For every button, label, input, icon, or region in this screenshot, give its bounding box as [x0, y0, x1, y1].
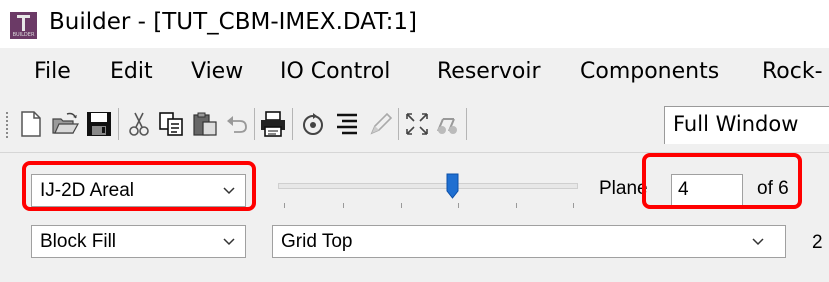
probe-icon[interactable] [434, 109, 464, 139]
chevron-down-icon [223, 238, 235, 246]
app-icon-label: BUILDER [12, 32, 35, 38]
slider-tick [458, 203, 459, 208]
slider-tick [343, 203, 344, 208]
plane-slider-track[interactable] [278, 183, 578, 189]
new-file-icon[interactable] [16, 109, 46, 139]
builder-app-icon[interactable]: BUILDER [10, 12, 37, 39]
title-bar: BUILDER Builder - [TUT_CBM-IMEX.DAT:1] [0, 0, 829, 48]
grid-layer-combo[interactable]: Grid Top [272, 225, 786, 258]
menu-reservoir[interactable]: Reservoir [437, 59, 541, 84]
toolbar-separator [292, 108, 293, 140]
plane-highlight [642, 153, 802, 209]
plane-label: Plane [599, 178, 648, 199]
cut-icon[interactable] [124, 109, 154, 139]
pencil-icon[interactable] [366, 109, 396, 139]
menu-components[interactable]: Components [580, 59, 719, 84]
copy-icon[interactable] [156, 109, 186, 139]
fit-view-icon[interactable] [402, 109, 432, 139]
toolbar-grip[interactable] [6, 112, 8, 138]
cut-off-combo-text[interactable]: 2 [812, 232, 823, 254]
print-icon[interactable] [258, 109, 288, 139]
slider-tick [284, 203, 285, 208]
builder-glyph-icon [17, 15, 30, 31]
menu-bar: File Edit View IO Control Reservoir Comp… [0, 48, 829, 96]
plane-slider-thumb[interactable] [446, 173, 459, 199]
toolbar-separator [254, 108, 255, 140]
toolbar-separator [118, 108, 119, 140]
open-folder-icon[interactable] [50, 109, 80, 139]
menu-rock[interactable]: Rock- [762, 59, 823, 84]
paste-icon[interactable] [190, 109, 220, 139]
undo-icon[interactable] [222, 109, 252, 139]
menu-file[interactable]: File [34, 59, 71, 84]
slider-tick [573, 203, 574, 208]
slider-tick [516, 203, 517, 208]
view-mode-combo[interactable]: Full Window [664, 106, 829, 144]
save-icon[interactable] [84, 109, 114, 139]
view-type-highlight [22, 161, 256, 211]
slider-tick [401, 203, 402, 208]
fill-mode-value: Block Fill [40, 231, 117, 252]
toolbar-separator [466, 108, 467, 140]
toolbar-separator [398, 108, 399, 140]
menu-view[interactable]: View [191, 59, 243, 84]
fill-mode-combo[interactable]: Block Fill [31, 225, 246, 258]
rotate-icon[interactable] [298, 109, 328, 139]
align-icon[interactable] [332, 109, 362, 139]
menu-edit[interactable]: Edit [110, 59, 153, 84]
menu-io-control[interactable]: IO Control [280, 59, 390, 84]
chevron-down-icon [752, 238, 764, 246]
window-title: Builder - [TUT_CBM-IMEX.DAT:1] [49, 9, 418, 35]
grid-layer-value: Grid Top [281, 231, 353, 252]
